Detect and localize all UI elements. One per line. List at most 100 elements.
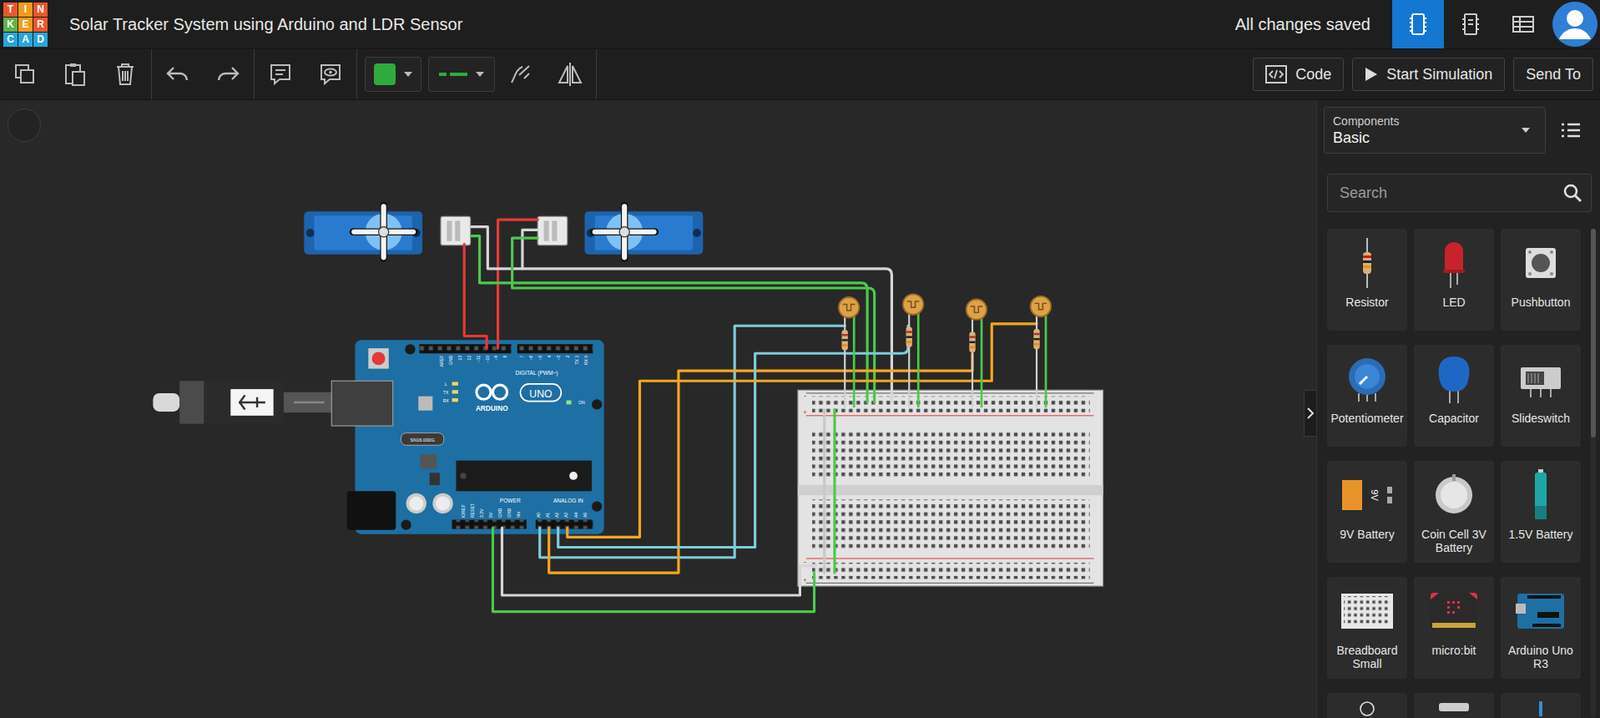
component-card[interactable] [1500, 692, 1581, 718]
component-label: micro:bit [1432, 643, 1477, 657]
wire[interactable] [464, 243, 487, 349]
undo-icon [165, 64, 191, 85]
panel-scrollbar[interactable] [1590, 228, 1596, 718]
flip-button[interactable] [545, 53, 596, 96]
caret-icon [475, 71, 485, 77]
logo-letter: N [33, 2, 48, 17]
usb-cable[interactable] [152, 380, 332, 424]
project-title[interactable]: Solar Tracker System using Arduino and L… [69, 15, 463, 35]
wire[interactable] [540, 325, 846, 558]
wire-type-dropdown[interactable] [428, 56, 495, 92]
pin-label: RX 0 [583, 355, 589, 366]
pin-label: ~9 [493, 355, 499, 361]
dropdown-label: Components [1332, 114, 1399, 128]
toolbar-action-button[interactable]: Send To [1513, 57, 1594, 91]
flip-icon [556, 60, 584, 88]
wire[interactable] [522, 229, 538, 268]
component-card[interactable]: Coin Cell 3V Battery [1413, 460, 1495, 563]
logo-letter: K [3, 17, 18, 32]
wire[interactable] [822, 409, 826, 574]
undo-button[interactable] [152, 53, 203, 96]
ldr-sensor[interactable] [903, 293, 924, 408]
wire[interactable] [832, 409, 836, 574]
component-label: 9V Battery [1339, 527, 1394, 541]
components-panel: ComponentsBasic Search ResistorLEDPushbutt… [1316, 100, 1600, 718]
play-icon [1364, 66, 1378, 82]
tinkercad-logo[interactable]: TINKERCAD [3, 2, 48, 47]
toolbar-action-button[interactable]: Start Simulation [1352, 57, 1505, 91]
component-card[interactable]: Capacitor [1413, 344, 1495, 447]
fit-view-button[interactable] [7, 108, 41, 142]
wire[interactable] [558, 325, 909, 547]
wire[interactable] [471, 236, 868, 403]
view-button[interactable] [1444, 0, 1497, 49]
pin-label: ~10 [484, 355, 490, 364]
component-card[interactable]: LED [1413, 228, 1495, 331]
circuit-diagram[interactable]: AREFGND1312~11~10~987~6~54~32TX 1RX 0DIG… [0, 100, 1317, 718]
circuit-canvas[interactable]: AREFGND1312~11~10~987~6~54~32TX 1RX 0DIG… [0, 100, 1317, 718]
led-label: TX [443, 389, 450, 395]
component-card[interactable]: Slideswitch [1500, 344, 1581, 447]
component-search[interactable]: Search [1327, 173, 1592, 212]
toolbar: CodeStart SimulationSend To [0, 48, 1600, 101]
servo-motor[interactable] [537, 205, 703, 259]
component-card[interactable]: Breadboard Small [1327, 576, 1408, 679]
component-card[interactable]: micro:bit [1413, 576, 1495, 679]
resistor-icon [1358, 237, 1376, 288]
schematic-view-icon [1461, 11, 1480, 37]
toolbar-action-button[interactable]: Code [1252, 57, 1344, 91]
paste-icon [63, 61, 87, 87]
list-view-toggle[interactable] [1557, 118, 1585, 142]
panel-collapse-tab[interactable] [1303, 389, 1317, 437]
component-card[interactable]: Pushbutton [1500, 228, 1581, 331]
redo-icon [215, 64, 241, 85]
wire[interactable] [492, 527, 814, 611]
microbit-icon [1428, 590, 1479, 631]
view-button[interactable] [1497, 0, 1550, 49]
component-card[interactable]: 9V9V Battery [1327, 460, 1408, 563]
search-icon [1562, 182, 1583, 203]
component-label: Potentiometer [1330, 411, 1404, 425]
ldr-sensor[interactable] [1030, 296, 1051, 408]
component-icon [1534, 699, 1548, 717]
workspace: AREFGND1312~11~10~987~6~54~32TX 1RX 0DIG… [0, 100, 1600, 718]
component-card[interactable]: Potentiometer [1327, 344, 1408, 447]
ldr-sensor[interactable] [838, 297, 859, 408]
component-label: Coin Cell 3V Battery [1415, 527, 1493, 555]
wire[interactable] [512, 237, 875, 403]
component-card[interactable] [1413, 692, 1495, 718]
pin-label: 7 [519, 355, 525, 359]
pin-label: RESET [469, 502, 475, 518]
wire[interactable] [501, 527, 817, 596]
redo-button[interactable] [202, 53, 253, 96]
logo-letter: A [18, 32, 33, 47]
view-button[interactable] [1392, 0, 1444, 49]
notes-button[interactable] [255, 53, 306, 96]
component-card[interactable]: 1.5V Battery [1500, 460, 1581, 563]
component-category-dropdown[interactable]: ComponentsBasic [1323, 106, 1546, 154]
wire-bend-button[interactable] [494, 53, 546, 96]
copy-button[interactable] [0, 53, 51, 96]
user-avatar[interactable] [1549, 0, 1600, 48]
rail-mark: - [803, 391, 807, 400]
component-card[interactable] [1327, 692, 1408, 718]
arduino-uno[interactable]: AREFGND1312~11~10~987~6~54~32TX 1RX 0DIG… [331, 339, 604, 534]
notes-visibility-button[interactable] [305, 53, 356, 96]
led-label: L [444, 381, 448, 387]
pin-label: GND [497, 507, 503, 518]
wire[interactable] [567, 323, 1037, 537]
component-card[interactable]: Resistor [1327, 228, 1408, 331]
ldr-sensor[interactable] [966, 298, 987, 408]
wire-color-dropdown[interactable] [364, 56, 422, 92]
delete-button[interactable] [100, 53, 151, 96]
servo-motor[interactable] [303, 205, 470, 259]
pin-label: A4 [573, 512, 579, 518]
component-label: Capacitor [1428, 411, 1479, 425]
wire[interactable] [471, 227, 893, 403]
breadboard[interactable]: -+-+ [797, 389, 1104, 586]
pin-label: 2 [565, 355, 571, 359]
paste-button[interactable] [50, 53, 101, 96]
wire-type-icon [439, 70, 468, 78]
pin-label: A1 [545, 512, 551, 518]
component-card[interactable]: Arduino Uno R3 [1500, 576, 1581, 679]
